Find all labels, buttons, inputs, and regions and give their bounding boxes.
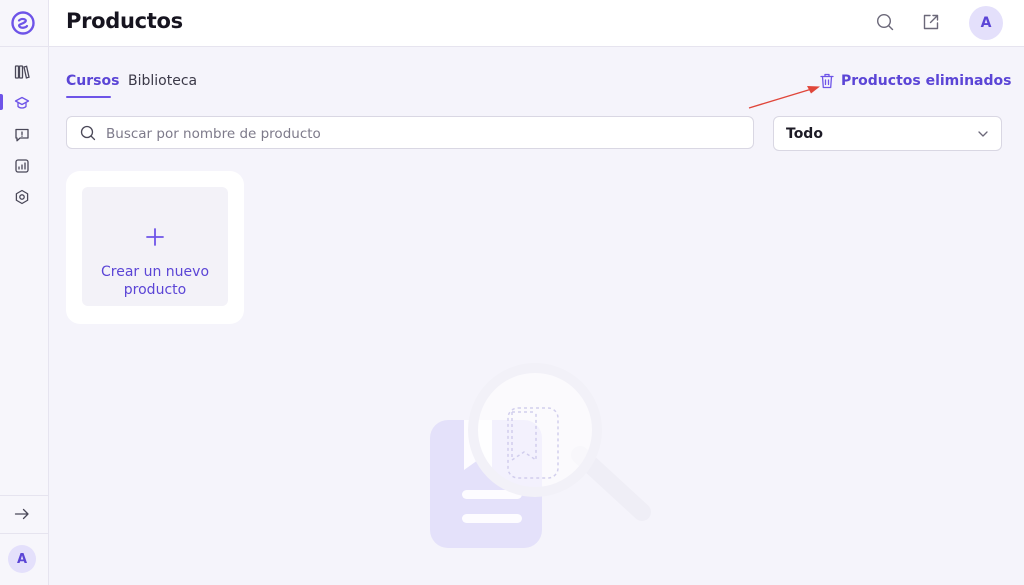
arrow-right-icon[interactable] <box>14 506 30 522</box>
plus-icon <box>146 228 164 246</box>
search-field[interactable] <box>66 116 754 149</box>
chat-icon[interactable] <box>14 127 30 143</box>
search-icon <box>80 125 96 141</box>
tab-cursos[interactable]: Cursos <box>66 73 119 89</box>
sidebar-divider <box>0 495 48 496</box>
external-link-icon[interactable] <box>922 13 940 31</box>
sidebar-divider <box>0 533 48 534</box>
active-nav-indicator <box>0 94 3 110</box>
empty-state-illustration <box>430 363 651 548</box>
settings-icon[interactable] <box>14 189 30 205</box>
deleted-products-label: Productos eliminados <box>841 73 1012 89</box>
create-product-label-line2: producto <box>123 282 187 298</box>
create-product-card: Crear un nuevo producto <box>66 171 244 324</box>
create-product-button[interactable]: Crear un nuevo producto <box>82 187 228 306</box>
search-input[interactable] <box>104 121 738 147</box>
analytics-icon[interactable] <box>14 158 30 174</box>
chevron-down-icon <box>978 131 988 137</box>
logo-icon[interactable] <box>11 11 35 35</box>
filter-select[interactable]: Todo <box>773 116 1002 151</box>
filter-selected-value: Todo <box>786 126 823 142</box>
sidebar: A <box>0 0 49 585</box>
active-tab-indicator <box>66 96 111 98</box>
user-avatar[interactable]: A <box>969 6 1003 40</box>
deleted-products-link[interactable]: Productos eliminados <box>820 73 1011 89</box>
page-title: Productos <box>66 9 183 33</box>
create-product-label-line1: Crear un nuevo <box>100 264 210 280</box>
tab-biblioteca[interactable]: Biblioteca <box>128 73 197 89</box>
courses-icon[interactable] <box>14 95 30 111</box>
sidebar-avatar[interactable]: A <box>8 545 36 573</box>
topbar: Productos A <box>49 0 1024 47</box>
sidebar-divider <box>0 46 48 47</box>
search-icon[interactable] <box>876 13 894 31</box>
library-icon[interactable] <box>14 64 30 80</box>
annotation-arrow <box>748 86 820 109</box>
create-product-label: Crear un nuevo producto <box>82 263 228 299</box>
